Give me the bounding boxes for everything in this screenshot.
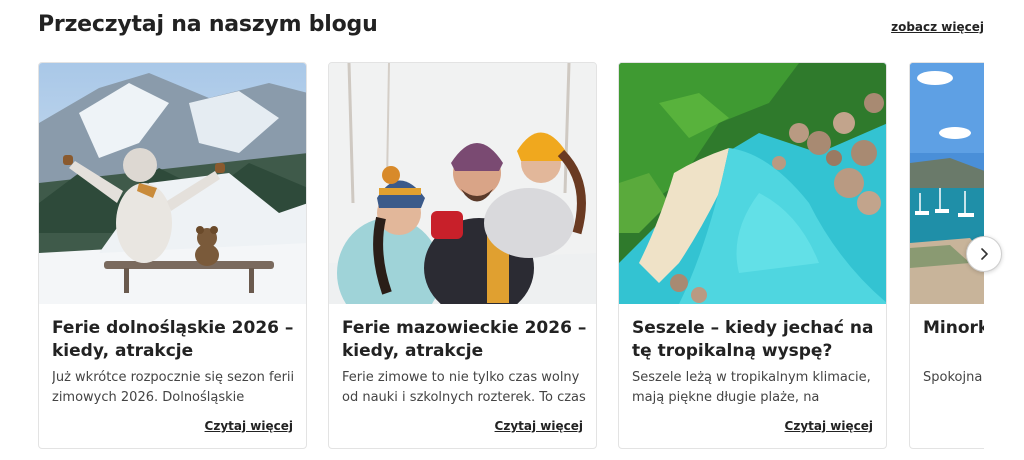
see-more-link[interactable]: zobacz więcej xyxy=(891,20,984,34)
blog-card-excerpt: Seszele leżą w tropikalnym klimacie, maj… xyxy=(632,370,871,405)
blog-card-excerpt: Już wkrótce rozpocznie się sezon ferii z… xyxy=(52,370,295,405)
blog-card-excerpt: Spokojna długości – xyxy=(923,370,984,385)
carousel-next-button[interactable] xyxy=(966,236,1002,272)
read-more-link[interactable]: Czytaj więcej xyxy=(495,419,583,433)
blog-card-image-winter-family xyxy=(329,63,596,304)
blog-card-title: Ferie dolnośląskie 2026 – kiedy, atrakcj… xyxy=(52,318,294,361)
blog-card[interactable]: Ferie mazowieckie 2026 – kiedy, atrakcje… xyxy=(328,62,597,449)
blog-card[interactable]: Seszele – kiedy jechać na tę tropikalną … xyxy=(618,62,887,449)
blog-card-title: Minorka – wyspie xyxy=(923,318,984,338)
blog-card-image-tropical-beach xyxy=(619,63,886,304)
blog-card-title: Seszele – kiedy jechać na tę tropikalną … xyxy=(632,318,874,361)
blog-card-image-winter-child xyxy=(39,63,306,304)
read-more-link[interactable]: Czytaj więcej xyxy=(785,419,873,433)
blog-card-title: Ferie mazowieckie 2026 – kiedy, atrakcje xyxy=(342,318,587,361)
section-title: Przeczytaj na naszym blogu xyxy=(38,12,378,37)
blog-card-excerpt: Ferie zimowe to nie tylko czas wolny od … xyxy=(342,370,586,405)
blog-card[interactable]: Ferie dolnośląskie 2026 – kiedy, atrakcj… xyxy=(38,62,307,449)
blog-carousel: Ferie dolnośląskie 2026 – kiedy, atrakcj… xyxy=(38,62,984,450)
read-more-link[interactable]: Czytaj więcej xyxy=(205,419,293,433)
chevron-right-icon xyxy=(981,248,988,260)
